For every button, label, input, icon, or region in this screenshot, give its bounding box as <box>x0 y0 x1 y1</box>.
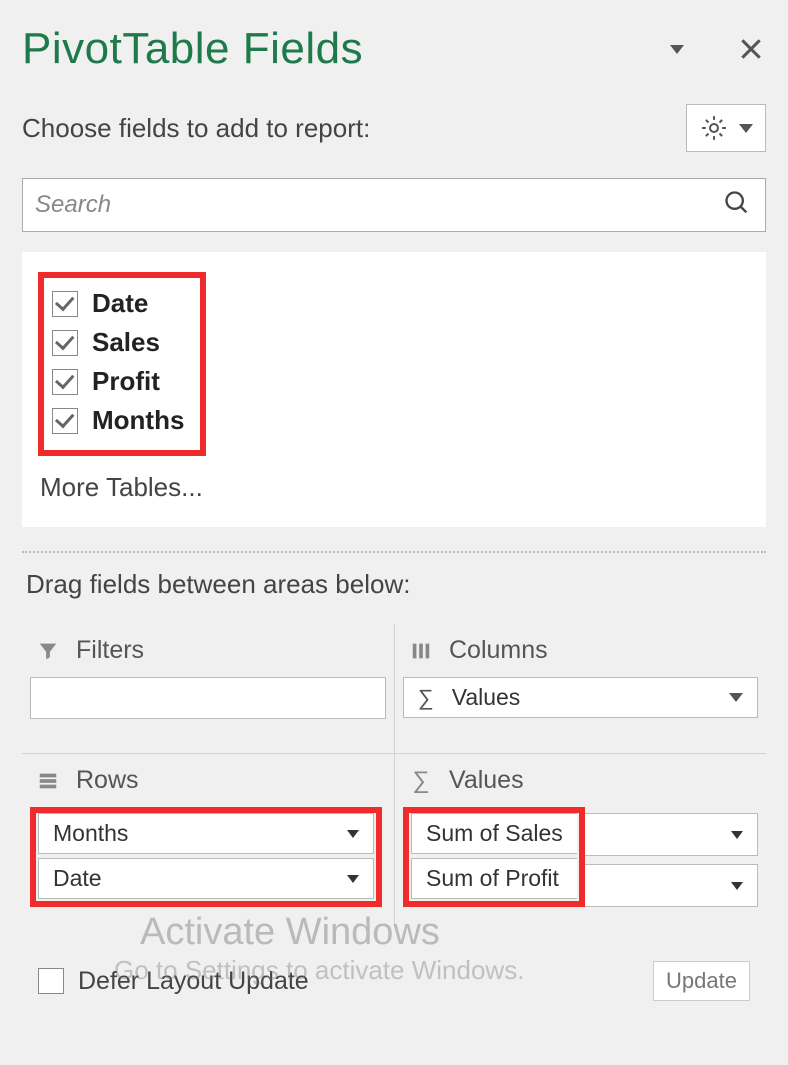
footer-area: Activate Windows Defer Layout Update Upd… <box>22 925 766 1021</box>
item-label: Date <box>53 865 102 892</box>
defer-layout-row[interactable]: Defer Layout Update <box>38 967 309 996</box>
field-label: Months <box>92 405 184 436</box>
rows-item-months[interactable]: Months <box>38 813 374 854</box>
values-item-dd-profit[interactable] <box>585 864 758 907</box>
choose-row: Choose fields to add to report: <box>22 104 766 152</box>
field-row[interactable]: Date <box>50 284 186 323</box>
filters-dropzone[interactable] <box>30 677 386 719</box>
footer-row: Defer Layout Update Update <box>30 933 758 1001</box>
close-icon <box>738 36 764 62</box>
pivottable-fields-pane: PivotTable Fields Choose fields to add t… <box>0 0 788 1021</box>
area-title: Columns <box>449 636 548 665</box>
field-row[interactable]: Sales <box>50 323 186 362</box>
item-label: Months <box>53 820 128 847</box>
annotation-highlight-fields: Date Sales Profit Months <box>38 272 206 456</box>
field-row[interactable]: Months <box>50 401 186 440</box>
area-title: Filters <box>76 636 144 665</box>
task-pane-options-button[interactable] <box>662 34 692 64</box>
search-icon <box>723 189 755 222</box>
values-items-wrap: Sum of Sales Sum of Profit <box>403 807 758 907</box>
item-label: Values <box>452 684 521 711</box>
values-item-profit[interactable]: Sum of Profit <box>411 858 577 899</box>
caret-down-icon <box>670 45 684 54</box>
field-label: Sales <box>92 327 160 358</box>
rows-item-date[interactable]: Date <box>38 858 374 899</box>
item-label: Sum of Profit <box>426 865 559 892</box>
caret-down-icon <box>731 882 743 890</box>
area-head-values: ∑ Values <box>403 760 758 807</box>
search-input[interactable] <box>33 190 723 220</box>
areas-grid: Filters Columns ∑ Values <box>22 624 766 925</box>
filter-icon <box>34 639 62 663</box>
header-buttons <box>662 34 766 64</box>
field-row[interactable]: Profit <box>50 362 186 401</box>
field-label: Profit <box>92 366 160 397</box>
more-tables-link[interactable]: More Tables... <box>38 472 750 503</box>
caret-down-icon <box>729 693 743 702</box>
area-head-filters: Filters <box>30 630 386 677</box>
area-title: Values <box>449 766 524 795</box>
search-box[interactable] <box>22 178 766 232</box>
field-list: Date Sales Profit Months More Tables... <box>22 252 766 527</box>
caret-down-icon <box>347 875 359 883</box>
columns-item-values[interactable]: ∑ Values <box>403 677 758 718</box>
sigma-icon: ∑ <box>407 769 435 793</box>
field-label: Date <box>92 288 148 319</box>
pane-title: PivotTable Fields <box>22 24 363 74</box>
area-values[interactable]: ∑ Values Sum of Sales Sum of Profit <box>394 754 766 925</box>
checkbox-date[interactable] <box>52 291 78 317</box>
defer-layout-label: Defer Layout Update <box>78 967 309 996</box>
close-button[interactable] <box>736 34 766 64</box>
values-item-dd-sales[interactable] <box>585 813 758 856</box>
caret-down-icon <box>739 124 753 133</box>
area-head-rows: Rows <box>30 760 386 807</box>
sigma-icon: ∑ <box>418 685 434 711</box>
separator <box>22 551 766 553</box>
area-rows[interactable]: Rows Months Date <box>22 754 394 925</box>
drag-instructions: Drag fields between areas below: <box>22 569 766 624</box>
area-title: Rows <box>76 766 139 795</box>
caret-down-icon <box>347 830 359 838</box>
area-columns[interactable]: Columns ∑ Values <box>394 624 766 754</box>
rows-icon <box>34 769 62 793</box>
area-head-columns: Columns <box>403 630 758 677</box>
values-item-sales[interactable]: Sum of Sales <box>411 813 577 854</box>
caret-down-icon <box>731 831 743 839</box>
update-button[interactable]: Update <box>653 961 750 1001</box>
area-filters[interactable]: Filters <box>22 624 394 754</box>
choose-label: Choose fields to add to report: <box>22 113 370 144</box>
item-label: Sum of Sales <box>426 820 563 847</box>
pane-header: PivotTable Fields <box>22 24 766 74</box>
checkbox-sales[interactable] <box>52 330 78 356</box>
checkbox-profit[interactable] <box>52 369 78 395</box>
defer-layout-checkbox[interactable] <box>38 968 64 994</box>
gear-icon <box>699 113 729 143</box>
annotation-highlight-rows: Months Date <box>30 807 382 907</box>
columns-icon <box>407 639 435 663</box>
tools-dropdown-button[interactable] <box>686 104 766 152</box>
checkbox-months[interactable] <box>52 408 78 434</box>
annotation-highlight-values: Sum of Sales Sum of Profit <box>403 807 585 907</box>
